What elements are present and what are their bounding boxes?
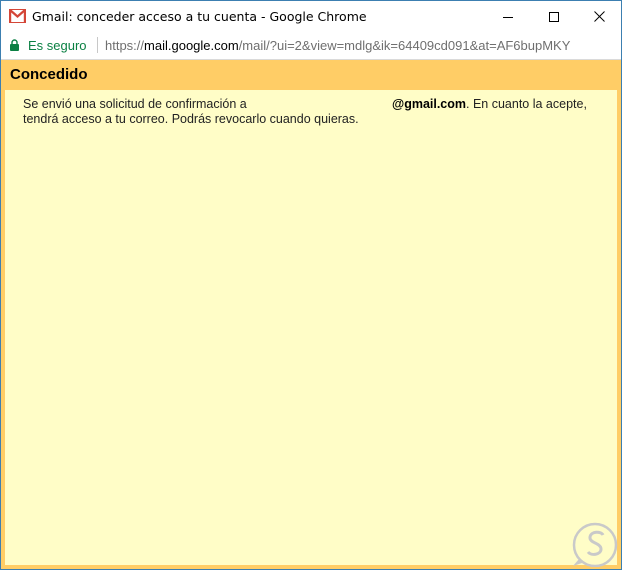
minimize-button[interactable]: [485, 1, 531, 32]
title-bar[interactable]: Gmail: conceder acceso a tu cuenta - Goo…: [1, 1, 621, 32]
gmail-icon: [9, 9, 26, 23]
window-title: Gmail: conceder acceso a tu cuenta - Goo…: [32, 9, 367, 24]
watermark-logo-icon: [572, 522, 618, 567]
url-host: mail.google.com: [144, 38, 239, 53]
message-line2: tendrá acceso a tu correo. Podrás revoca…: [23, 112, 359, 126]
maximize-button[interactable]: [531, 1, 577, 32]
header-band: Concedido: [5, 60, 617, 90]
url-path: /mail/?ui=2&view=mdlg&ik=64409cd091&at=A…: [238, 38, 571, 53]
lock-icon[interactable]: [10, 39, 19, 51]
divider: [97, 37, 98, 53]
minimize-icon: [503, 16, 513, 18]
page-title: Concedido: [10, 66, 88, 83]
url-scheme: https://: [105, 38, 145, 53]
email-domain: @gmail.com: [392, 97, 467, 111]
message-line1-end: @gmail.com. En cuanto la acepte,: [392, 97, 587, 112]
maximize-icon: [549, 11, 559, 22]
close-icon: [593, 11, 605, 22]
browser-window: Gmail: conceder acceso a tu cuenta - Goo…: [0, 0, 622, 570]
secure-label[interactable]: Es seguro: [28, 38, 87, 53]
url-text[interactable]: https://mail.google.com/mail/?ui=2&view=…: [105, 38, 570, 53]
address-bar[interactable]: Es seguro https://mail.google.com/mail/?…: [1, 32, 621, 60]
message-line1-start: Se envió una solicitud de confirmación a: [23, 97, 247, 111]
dialog-content: Concedido Se envió una solicitud de conf…: [1, 60, 621, 569]
close-button[interactable]: [576, 1, 621, 32]
message-line1-tail: . En cuanto la acepte,: [466, 97, 587, 111]
